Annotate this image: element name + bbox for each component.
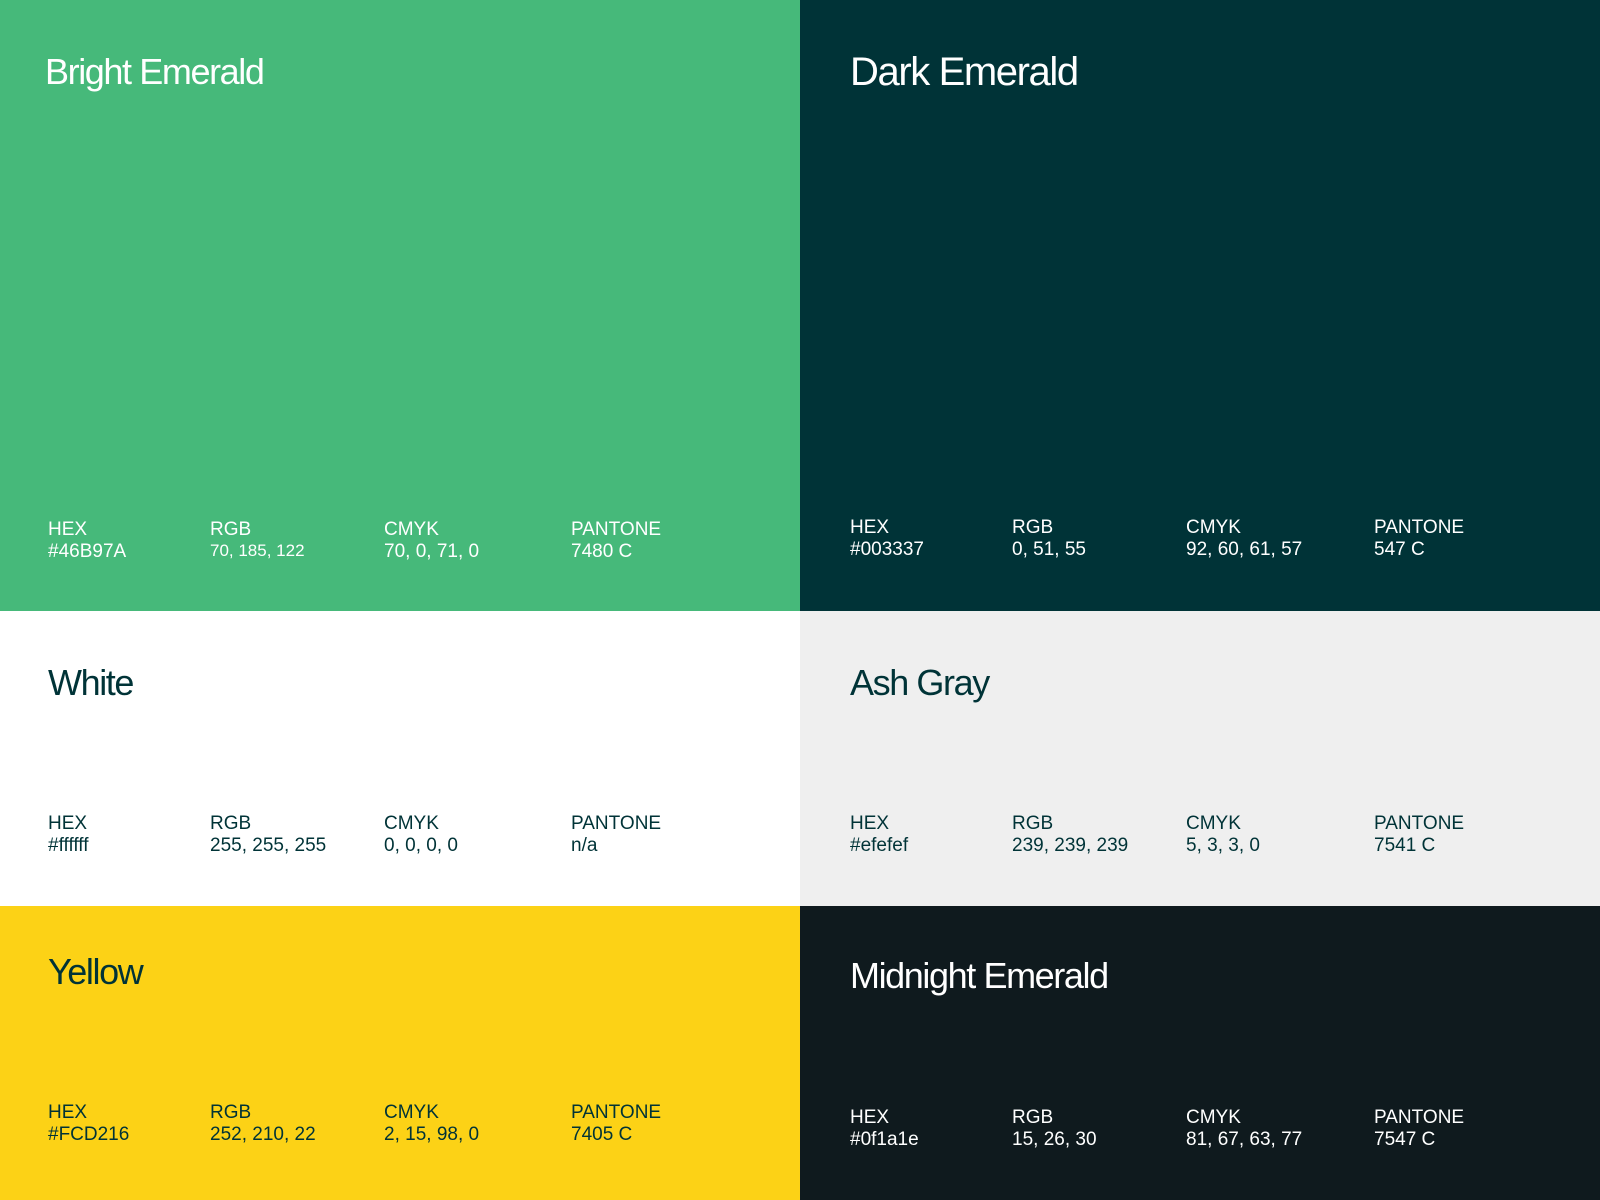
cmyk-spec: CMYK 2, 15, 98, 0 (384, 1102, 479, 1147)
pantone-spec: PANTONE n/a (571, 813, 661, 858)
cmyk-label: CMYK (1186, 1107, 1241, 1128)
rgb-label: RGB (210, 1102, 252, 1123)
rgb-value: 252, 210, 22 (210, 1124, 316, 1146)
cmyk-label: CMYK (384, 519, 439, 540)
hex-label: HEX (850, 813, 890, 834)
hex-label: HEX (850, 1107, 890, 1128)
rgb-label: RGB (210, 519, 252, 540)
hex-value: #0f1a1e (850, 1129, 919, 1151)
cmyk-spec: CMYK 5, 3, 3, 0 (1186, 813, 1260, 858)
swatch-ash-gray: Ash Gray HEX #efefef RGB 239, 239, 239 C… (800, 611, 1600, 906)
pantone-spec: PANTONE 7541 C (1374, 813, 1464, 858)
pantone-spec: PANTONE 7480 C (571, 519, 661, 564)
cmyk-value: 70, 0, 71, 0 (384, 541, 480, 563)
pantone-label: PANTONE (1374, 1107, 1465, 1128)
pantone-label: PANTONE (1374, 517, 1465, 538)
cmyk-value: 5, 3, 3, 0 (1186, 835, 1260, 857)
cmyk-label: CMYK (1186, 517, 1241, 538)
cmyk-label: CMYK (1186, 813, 1241, 834)
rgb-spec: RGB 252, 210, 22 (210, 1102, 316, 1147)
rgb-spec: RGB 70, 185, 122 (210, 519, 305, 561)
hex-spec: HEX #0f1a1e (850, 1107, 919, 1152)
pantone-label: PANTONE (1374, 813, 1465, 834)
rgb-value: 15, 26, 30 (1012, 1129, 1097, 1151)
swatch-title: White (48, 662, 134, 703)
pantone-value: 7547 C (1374, 1129, 1436, 1151)
pantone-label: PANTONE (571, 1102, 662, 1123)
cmyk-value: 2, 15, 98, 0 (384, 1124, 480, 1146)
pantone-value: 7480 C (571, 541, 633, 563)
hex-spec: HEX #ffffff (48, 813, 89, 858)
swatch-midnight-emerald: Midnight Emerald HEX #0f1a1e RGB 15, 26,… (800, 906, 1600, 1200)
hex-value: #FCD216 (48, 1124, 130, 1146)
pantone-value: 7541 C (1374, 835, 1436, 857)
rgb-spec: RGB 0, 51, 55 (1012, 517, 1086, 562)
rgb-value: 70, 185, 122 (210, 541, 305, 561)
swatch-dark-emerald: Dark Emerald HEX #003337 RGB 0, 51, 55 C… (800, 0, 1600, 611)
swatch-title: Midnight Emerald (850, 955, 1109, 996)
pantone-value: n/a (571, 835, 598, 857)
hex-label: HEX (850, 517, 890, 538)
rgb-label: RGB (1012, 1107, 1054, 1128)
hex-value: #003337 (850, 539, 924, 561)
pantone-spec: PANTONE 7547 C (1374, 1107, 1464, 1152)
rgb-spec: RGB 15, 26, 30 (1012, 1107, 1097, 1152)
hex-spec: HEX #efefef (850, 813, 908, 858)
pantone-value: 7405 C (571, 1124, 633, 1146)
cmyk-label: CMYK (384, 1102, 439, 1123)
cmyk-value: 81, 67, 63, 77 (1186, 1129, 1303, 1151)
swatch-title: Yellow (48, 951, 144, 992)
rgb-label: RGB (1012, 813, 1054, 834)
hex-spec: HEX #003337 (850, 517, 924, 562)
hex-value: #46B97A (48, 541, 127, 563)
pantone-label: PANTONE (571, 519, 662, 540)
rgb-spec: RGB 255, 255, 255 (210, 813, 326, 858)
swatch-bright-emerald: Bright Emerald HEX #46B97A RGB 70, 185, … (0, 0, 800, 611)
pantone-value: 547 C (1374, 539, 1425, 561)
hex-label: HEX (48, 519, 88, 540)
hex-label: HEX (48, 813, 88, 834)
hex-spec: HEX #FCD216 (48, 1102, 129, 1147)
swatch-title: Ash Gray (850, 662, 990, 703)
swatch-yellow: Yellow HEX #FCD216 RGB 252, 210, 22 CMYK… (0, 906, 800, 1200)
rgb-label: RGB (210, 813, 252, 834)
pantone-spec: PANTONE 7405 C (571, 1102, 661, 1147)
rgb-label: RGB (1012, 517, 1054, 538)
cmyk-value: 0, 0, 0, 0 (384, 835, 458, 857)
hex-value: #efefef (850, 835, 909, 857)
cmyk-spec: CMYK 81, 67, 63, 77 (1186, 1107, 1302, 1152)
cmyk-label: CMYK (384, 813, 439, 834)
swatch-white: White HEX #ffffff RGB 255, 255, 255 CMYK… (0, 611, 800, 906)
hex-spec: HEX #46B97A (48, 519, 126, 564)
cmyk-spec: CMYK 70, 0, 71, 0 (384, 519, 479, 564)
cmyk-value: 92, 60, 61, 57 (1186, 539, 1303, 561)
hex-label: HEX (48, 1102, 88, 1123)
hex-value: #ffffff (48, 835, 89, 857)
pantone-label: PANTONE (571, 813, 662, 834)
rgb-spec: RGB 239, 239, 239 (1012, 813, 1128, 858)
rgb-value: 239, 239, 239 (1012, 835, 1129, 857)
rgb-value: 0, 51, 55 (1012, 539, 1086, 561)
cmyk-spec: CMYK 0, 0, 0, 0 (384, 813, 458, 858)
cmyk-spec: CMYK 92, 60, 61, 57 (1186, 517, 1302, 562)
rgb-value: 255, 255, 255 (210, 835, 327, 857)
swatch-title: Bright Emerald (45, 51, 265, 92)
swatch-title: Dark Emerald (850, 50, 1079, 94)
pantone-spec: PANTONE 547 C (1374, 517, 1464, 562)
